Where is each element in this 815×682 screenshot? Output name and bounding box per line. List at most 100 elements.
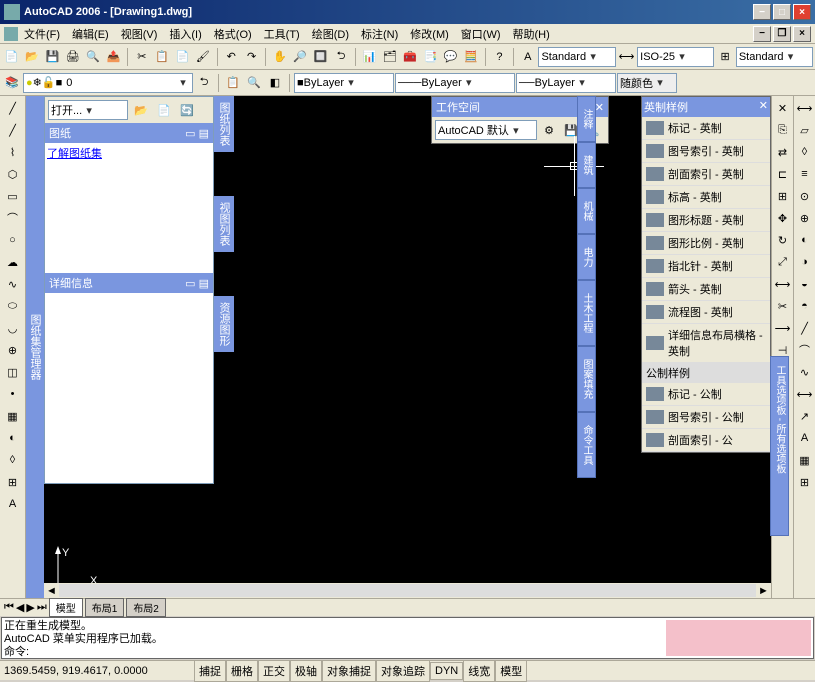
open-icon[interactable]: 📂 [22,47,41,67]
ortho-toggle[interactable]: 正交 [258,660,290,682]
tp-item[interactable]: 箭头 - 英制 [642,278,770,301]
layer-prev-icon[interactable]: ⮌ [194,73,214,93]
print-icon[interactable]: 🖨 [63,47,82,67]
menu-insert[interactable]: 插入(I) [163,24,207,44]
tp-item[interactable]: 图号索引 - 公制 [642,406,770,429]
osnap-toggle[interactable]: 对象捕捉 [322,660,376,682]
color-dropdown[interactable]: ■ ByLayer▾ [294,73,394,93]
scroll-right-icon[interactable]: ► [756,585,771,597]
mtext-icon[interactable]: A [3,494,23,514]
tab-nav-next[interactable]: ▶ [26,601,34,614]
point-icon[interactable]: • [3,384,23,404]
workspace-dropdown[interactable]: AutoCAD 默认▾ [435,120,537,140]
region2-icon[interactable]: ◊ [795,142,815,162]
tablestyle-dropdown[interactable]: Standard▾ [736,47,813,67]
text-icon[interactable]: A [795,428,815,448]
redo-icon[interactable]: ↷ [242,47,261,67]
block-icon[interactable]: ◫ [3,362,23,382]
list-icon[interactable]: ≡ [795,164,815,184]
table-icon[interactable]: ⊞ [3,472,23,492]
plotstyle-dropdown[interactable]: 随颜色▾ [617,73,677,93]
tp-item[interactable]: 流程图 - 英制 [642,301,770,324]
line-icon[interactable]: ╱ [3,98,23,118]
vtab-cmd[interactable]: 命令工具 [577,412,596,478]
pan-icon[interactable]: ✋ [270,47,289,67]
ellipse-icon[interactable]: ⬭ [3,296,23,316]
tab-resources[interactable]: 资源图形 [214,296,234,352]
snap-toggle[interactable]: 捕捉 [194,660,226,682]
minimize-button[interactable]: − [753,4,771,20]
dc-icon[interactable]: 🗂 [380,47,399,67]
panel-ctrl-icon2[interactable]: ▭ ▤ [185,277,209,290]
vtab-mech[interactable]: 机械 [577,188,596,234]
tp-item[interactable]: 剖面索引 - 公 [642,429,770,452]
gradient-icon[interactable]: ◐ [3,428,23,448]
hatch2-icon[interactable]: ▦ [795,450,815,470]
revcloud-icon[interactable]: ☁ [3,252,23,272]
rectangle-icon[interactable]: ▭ [3,186,23,206]
arc-icon[interactable]: ⌒ [3,208,23,228]
tp-item[interactable]: 标记 - 公制 [642,383,770,406]
layer-iso-icon[interactable]: ◧ [265,73,285,93]
mirror-icon[interactable]: ⇄ [773,142,793,162]
workspace-settings-icon[interactable]: ⚙ [539,120,559,140]
scroll-left-icon[interactable]: ◄ [44,585,59,597]
scale-icon[interactable]: ⤢ [773,252,793,272]
ssm-tab[interactable]: 图纸集管理器 [26,96,44,598]
maximize-button[interactable]: □ [773,4,791,20]
ssm-btn1[interactable]: 📂 [131,100,151,120]
tp-item[interactable]: 标高 - 英制 [642,186,770,209]
learn-link[interactable]: 了解图纸集 [47,148,102,160]
mdi-restore[interactable]: ❐ [773,26,791,42]
paste-icon[interactable]: 📄 [173,47,192,67]
region-icon[interactable]: ◊ [3,450,23,470]
command-line[interactable]: 正在重生成模型。 AutoCAD 菜单实用程序已加载。 命令: [1,617,814,659]
menu-modify[interactable]: 修改(M) [404,24,455,44]
polygon-icon[interactable]: ⬡ [3,164,23,184]
lineweight-dropdown[interactable]: ── ByLayer▾ [516,73,616,93]
tp-item[interactable]: 剖面索引 - 英制 [642,163,770,186]
menu-help[interactable]: 帮助(H) [507,24,556,44]
copy-icon[interactable]: 📋 [152,47,171,67]
dimstyle-icon[interactable]: ⟷ [617,47,636,67]
grid-toggle[interactable]: 栅格 [226,660,258,682]
ellipse-arc-icon[interactable]: ◡ [3,318,23,338]
locate-icon[interactable]: ⊕ [795,208,815,228]
line2-icon[interactable]: ╱ [795,318,815,338]
tool1-icon[interactable]: ◐ [795,230,815,250]
zoom-win-icon[interactable]: 🔲 [311,47,330,67]
insert-icon[interactable]: ⊕ [3,340,23,360]
otrack-toggle[interactable]: 对象追踪 [376,660,430,682]
dist-icon[interactable]: ⟷ [795,98,815,118]
trim-icon[interactable]: ✂ [773,296,793,316]
menu-draw[interactable]: 绘图(D) [306,24,355,44]
textstyle-dropdown[interactable]: Standard▾ [538,47,615,67]
rotate-icon[interactable]: ↻ [773,230,793,250]
palette-tab-right[interactable]: 工具选项板 - 所有选项板 [770,356,789,536]
arc2-icon[interactable]: ⌒ [795,340,815,360]
save-icon[interactable]: 💾 [43,47,62,67]
model-toggle[interactable]: 模型 [495,660,527,682]
dyn-toggle[interactable]: DYN [430,662,463,680]
ssm-btn2[interactable]: 📄 [154,100,174,120]
ssm-icon[interactable]: 📑 [421,47,440,67]
drawing-area[interactable]: 打开...▾ 📂 📄 🔄 图纸▭ ▤ 了解图纸集 详细信息▭ ▤ 图纸列表 视图… [44,96,771,598]
vtab-civil[interactable]: 土木工程 [577,280,596,346]
menu-edit[interactable]: 编辑(E) [66,24,115,44]
lwt-toggle[interactable]: 线宽 [463,660,495,682]
props-icon[interactable]: 📊 [360,47,379,67]
linetype-dropdown[interactable]: ─── ByLayer▾ [395,73,515,93]
cut-icon[interactable]: ✂ [132,47,151,67]
menu-view[interactable]: 视图(V) [115,24,164,44]
stretch-icon[interactable]: ⟷ [773,274,793,294]
mdi-minimize[interactable]: − [753,26,771,42]
vtab-annotation[interactable]: 注释 [577,96,596,142]
spline-icon[interactable]: ∿ [3,274,23,294]
new-icon[interactable]: 📄 [2,47,21,67]
tab-layout2[interactable]: 布局2 [126,598,166,617]
tp-item[interactable]: 详细信息布局横格 - 英制 [642,324,770,363]
move-icon[interactable]: ✥ [773,208,793,228]
close-button[interactable]: × [793,4,811,20]
menu-format[interactable]: 格式(O) [208,24,258,44]
erase-icon[interactable]: ✕ [773,98,793,118]
